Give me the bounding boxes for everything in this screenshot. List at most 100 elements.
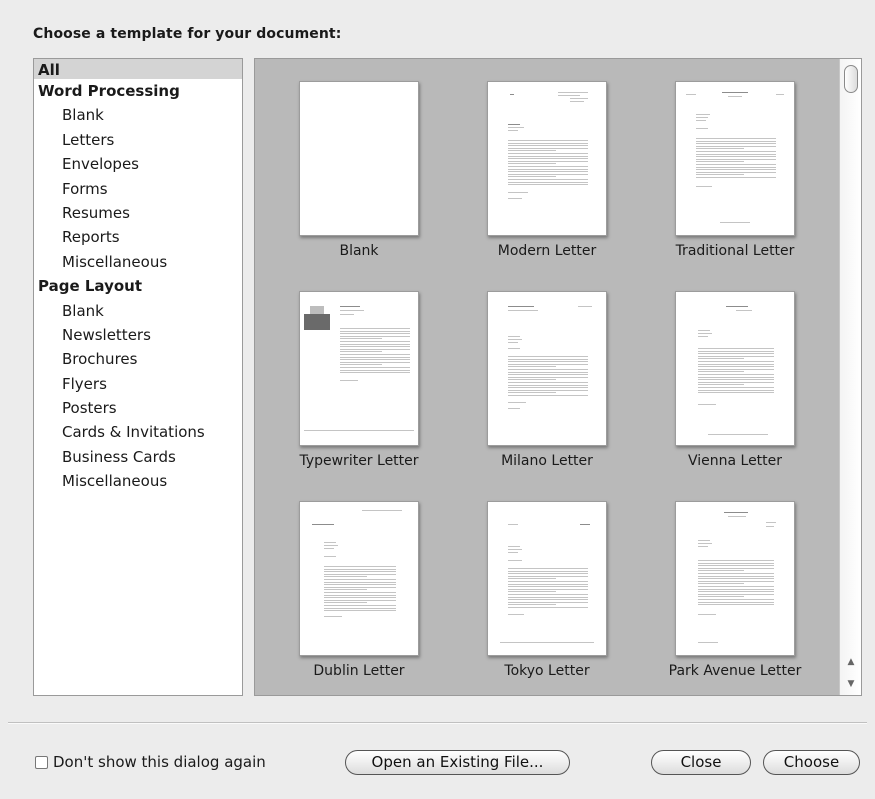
preview-line	[324, 592, 396, 593]
preview-line	[508, 549, 522, 550]
open-existing-file-button[interactable]: Open an Existing File...	[345, 750, 570, 775]
sidebar-item-miscellaneous[interactable]: Miscellaneous	[34, 469, 242, 493]
preview-line	[708, 434, 768, 435]
sidebar-item-all[interactable]: All	[34, 59, 242, 79]
preview-line	[558, 95, 580, 96]
sidebar-item-page-layout[interactable]: Page Layout	[34, 274, 242, 298]
dont-show-again-checkbox[interactable]	[35, 755, 48, 769]
template-item-park-avenue-letter[interactable]: Park Avenue Letter	[645, 501, 825, 691]
sidebar-item-newsletters[interactable]: Newsletters	[34, 323, 242, 347]
typewriter-paper	[310, 306, 324, 314]
preview-line	[698, 562, 774, 564]
sidebar-item-business-cards[interactable]: Business Cards	[34, 445, 242, 469]
template-thumbnail[interactable]	[675, 291, 795, 446]
template-item-dublin-letter[interactable]: Dublin Letter	[269, 501, 449, 691]
preview-line	[508, 382, 588, 383]
preview-line	[508, 176, 556, 178]
preview-line	[696, 140, 776, 142]
dont-show-again-option[interactable]: Don't show this dialog again	[35, 753, 266, 771]
preview-line	[508, 124, 520, 125]
template-thumbnail[interactable]	[299, 501, 419, 656]
template-item-typewriter-letter[interactable]: Typewriter Letter	[269, 291, 449, 481]
preview-line	[324, 607, 396, 609]
sidebar-item-posters[interactable]: Posters	[34, 396, 242, 420]
preview-line	[698, 336, 708, 337]
sidebar-item-cards-invitations[interactable]: Cards & Invitations	[34, 420, 242, 444]
preview-line	[340, 356, 410, 358]
sidebar-item-blank[interactable]: Blank	[34, 299, 242, 323]
sidebar-item-flyers[interactable]: Flyers	[34, 372, 242, 396]
preview-line	[508, 366, 556, 368]
scroll-up-arrow-icon[interactable]: ▲	[846, 657, 856, 667]
preview-line	[508, 310, 538, 311]
template-item-vienna-letter[interactable]: Vienna Letter	[645, 291, 825, 481]
preview-line	[508, 402, 526, 403]
preview-line	[340, 338, 382, 340]
preview-line	[508, 586, 588, 588]
scroll-down-arrow-icon[interactable]: ▼	[846, 679, 856, 689]
preview-line	[508, 601, 588, 603]
preview-line	[324, 542, 336, 543]
preview-line	[698, 371, 744, 373]
preview-line	[698, 588, 774, 590]
preview-line	[508, 560, 522, 561]
preview-line	[324, 605, 396, 606]
preview-line	[508, 198, 522, 199]
preview-line	[508, 155, 588, 157]
template-caption: Park Avenue Letter	[668, 663, 802, 679]
preview-line	[696, 174, 744, 176]
preview-line	[324, 545, 338, 546]
preview-line	[698, 392, 774, 394]
sidebar-item-miscellaneous[interactable]: Miscellaneous	[34, 250, 242, 274]
preview-line	[508, 173, 588, 175]
dialog-title: Choose a template for your document:	[33, 26, 342, 42]
template-caption: Milano Letter	[501, 453, 593, 469]
template-item-traditional-letter[interactable]: Traditional Letter	[645, 81, 825, 271]
choose-button[interactable]: Choose	[763, 750, 860, 775]
template-item-milano-letter[interactable]: Milano Letter	[457, 291, 637, 481]
template-thumbnail[interactable]	[487, 81, 607, 236]
sidebar-item-forms[interactable]: Forms	[34, 177, 242, 201]
preview-line	[324, 584, 396, 586]
template-thumbnail[interactable]	[487, 501, 607, 656]
template-thumbnail[interactable]	[299, 81, 419, 236]
preview-line	[324, 548, 334, 549]
template-caption: Typewriter Letter	[299, 453, 419, 469]
preview-line	[698, 560, 774, 561]
sidebar-item-blank[interactable]: Blank	[34, 103, 242, 127]
scrollbar-thumb[interactable]	[844, 65, 858, 93]
preview-line	[698, 384, 744, 386]
preview-line	[698, 593, 774, 595]
preview-line	[508, 160, 588, 162]
vertical-scrollbar[interactable]: ▲ ▼	[839, 59, 861, 695]
preview-line	[736, 310, 752, 311]
sidebar-item-envelopes[interactable]: Envelopes	[34, 152, 242, 176]
template-thumbnail[interactable]	[675, 501, 795, 656]
template-gallery[interactable]: Blank Modern Letter Traditional Letter Type…	[254, 58, 862, 696]
preview-line	[696, 161, 744, 163]
preview-line	[698, 591, 774, 593]
preview-line	[776, 94, 784, 95]
template-item-blank[interactable]: Blank	[269, 81, 449, 271]
sidebar-item-reports[interactable]: Reports	[34, 225, 242, 249]
sidebar-item-word-processing[interactable]: Word Processing	[34, 79, 242, 103]
preview-line	[508, 339, 522, 340]
preview-line	[508, 376, 588, 378]
template-thumbnail[interactable]	[675, 81, 795, 236]
preview-line	[508, 570, 588, 572]
template-thumbnail[interactable]	[299, 291, 419, 446]
template-item-modern-letter[interactable]: Modern Letter	[457, 81, 637, 271]
preview-line	[698, 567, 774, 569]
preview-line	[698, 573, 774, 574]
sidebar-item-brochures[interactable]: Brochures	[34, 347, 242, 371]
preview-line	[324, 556, 336, 557]
scrollbar-track[interactable]	[846, 95, 854, 640]
category-list[interactable]: All Word Processing Blank Letters Envelopes F…	[33, 58, 243, 696]
template-item-tokyo-letter[interactable]: Tokyo Letter	[457, 501, 637, 691]
preview-line	[362, 510, 402, 511]
sidebar-item-resumes[interactable]: Resumes	[34, 201, 242, 225]
close-button[interactable]: Close	[651, 750, 751, 775]
sidebar-item-letters[interactable]: Letters	[34, 128, 242, 152]
template-thumbnail[interactable]	[487, 291, 607, 446]
preview-line	[508, 581, 588, 582]
